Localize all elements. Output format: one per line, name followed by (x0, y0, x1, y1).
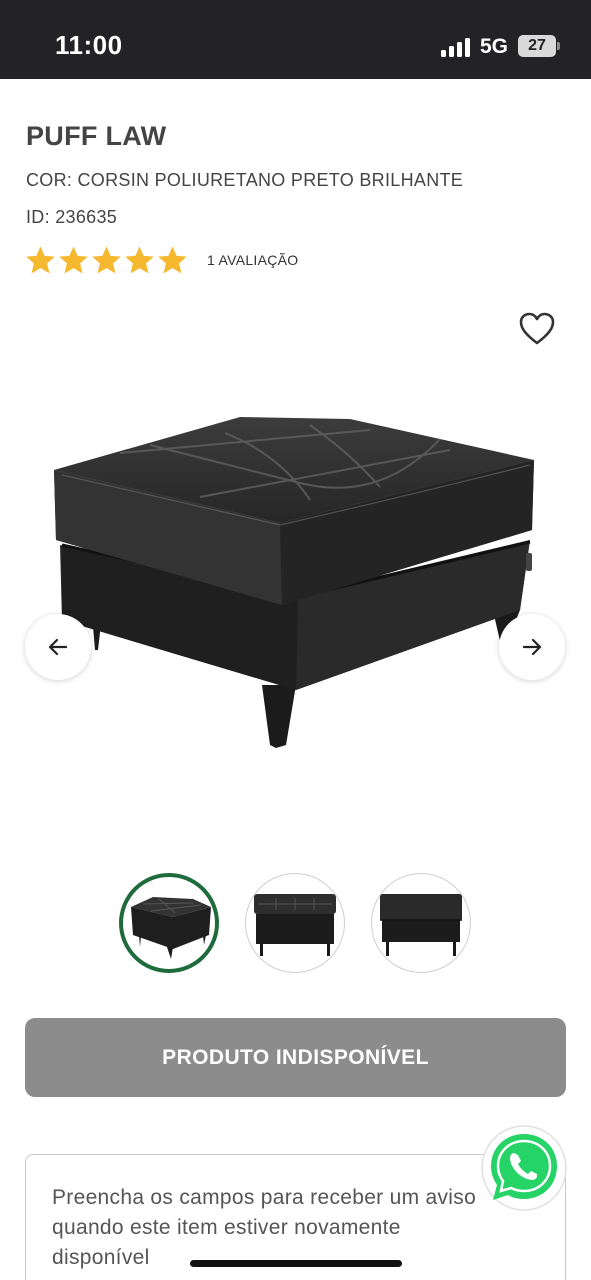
previous-image-button[interactable] (25, 614, 91, 680)
battery-level: 27 (518, 35, 556, 57)
status-time: 11:00 (55, 30, 123, 60)
rating-stars (24, 244, 189, 277)
home-indicator (190, 1260, 402, 1267)
network-label: 5G (480, 35, 509, 58)
whatsapp-icon[interactable] (480, 1124, 568, 1212)
product-color: COR: CORSIN POLIURETANO PRETO BRILHANTE (26, 170, 464, 190)
thumbnail-2[interactable] (245, 873, 345, 973)
battery-icon: 27 (518, 35, 560, 57)
thumbnail-3[interactable] (371, 873, 471, 973)
arrow-left-icon (48, 638, 68, 656)
next-image-button[interactable] (499, 614, 565, 680)
rating[interactable]: 1 AVALIAÇÃO (24, 242, 299, 278)
star-icon (125, 245, 154, 273)
product-title: PUFF LAW (26, 121, 167, 151)
product-main-image[interactable] (50, 405, 540, 755)
signal-icon (441, 37, 473, 57)
arrow-right-icon (522, 638, 542, 656)
rating-label[interactable]: 1 AVALIAÇÃO (207, 252, 299, 268)
status-bar: 11:00 5G 27 (0, 0, 591, 79)
product-unavailable-button[interactable]: PRODUTO INDISPONÍVEL (25, 1018, 566, 1097)
star-icon (158, 245, 187, 273)
star-icon (26, 245, 55, 273)
product-id: ID: 236635 (26, 207, 118, 227)
star-icon (92, 245, 121, 273)
thumbnail-1[interactable] (119, 873, 219, 973)
heart-icon[interactable] (519, 312, 555, 346)
star-icon (59, 245, 88, 273)
